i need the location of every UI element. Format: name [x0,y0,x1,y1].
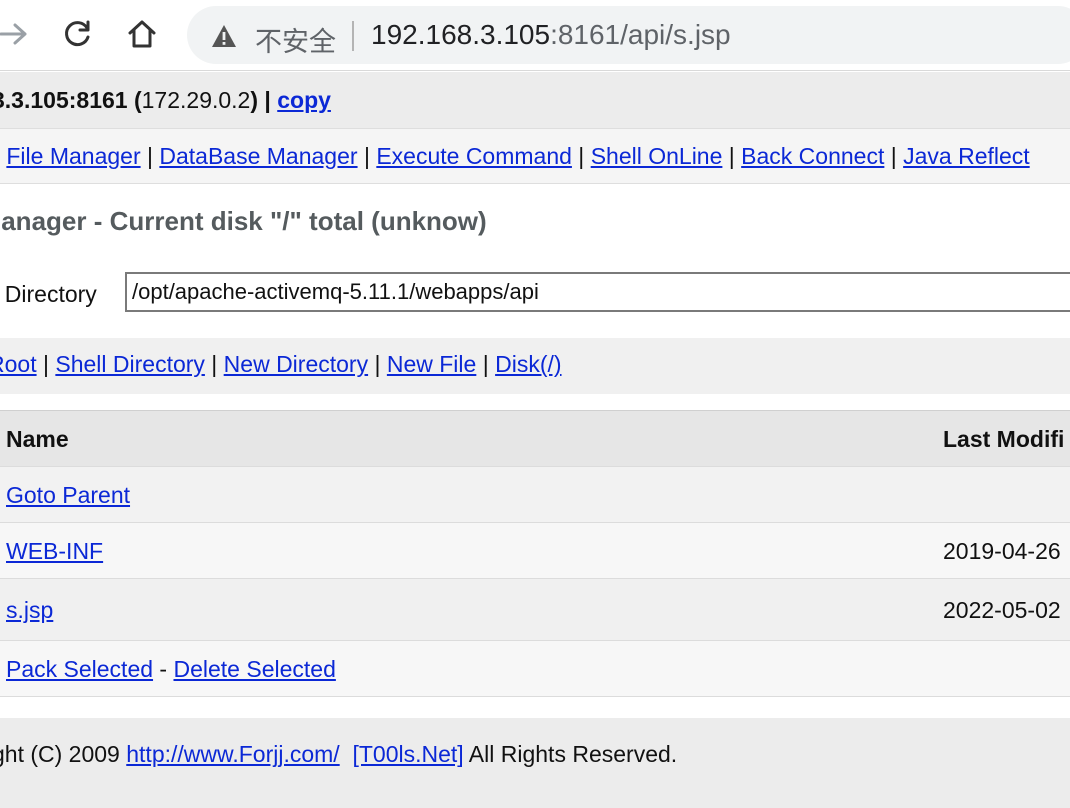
page-title: lanager - Current disk "/" total (unknow… [0,206,487,236]
forward-arrow-icon[interactable] [0,14,34,54]
t00ls-link[interactable]: [T00ls.Net] [352,741,463,767]
address-bar[interactable]: 不安全 192.168.3.105:8161/api/s.jsp [187,6,1070,64]
table-header-row: Name Last Modifi [0,410,1070,467]
action-shell-directory[interactable]: Shell Directory [55,351,205,377]
action-root[interactable]: Root [0,351,37,377]
insecure-label[interactable]: 不安全 [255,20,336,59]
file-link[interactable]: s.jsp [6,597,53,624]
menu-separator: | [884,143,904,169]
url-host: 192.168.3.105 [371,19,551,50]
action-disk[interactable]: Disk(/) [495,351,561,377]
menu-separator: | [722,143,742,169]
menu-separator: | [140,143,160,169]
table-row: s.jsp 2022-05-02 [0,579,1070,641]
main-menu: | File Manager | DataBase Manager | Exec… [0,129,1070,184]
warning-triangle-icon[interactable] [211,24,237,48]
pack-selected-link[interactable]: Pack Selected [6,656,153,682]
menu-separator: | [571,143,591,169]
action-separator: | [368,351,387,377]
menu-back-connect[interactable]: Back Connect [741,143,884,169]
ip-close: ) | [250,87,278,113]
delete-selected-link[interactable]: Delete Selected [173,656,335,682]
action-new-file[interactable]: New File [387,351,476,377]
current-directory-row: t Directory [0,270,1070,318]
menu-file-manager[interactable]: File Manager [6,143,140,169]
copyright-suffix: All Rights Reserved. [463,741,678,767]
table-row: WEB-INF 2019-04-26 [0,523,1070,579]
directory-actions: Root | Shell Directory | New Directory |… [0,338,1070,394]
bulk-actions: Pack Selected - Delete Selected [6,656,336,683]
ip-open: ( [127,87,142,113]
table-row: Goto Parent [0,467,1070,523]
omnibox-divider [352,21,354,51]
current-directory-label: t Directory [0,281,97,307]
copyright-prefix: ght (C) 2009 [0,741,127,767]
menu-shell-online[interactable]: Shell OnLine [591,143,723,169]
current-directory-input[interactable] [125,272,1070,312]
modified-date: 2019-04-26 [943,538,1061,564]
modified-date: 2022-05-02 [943,597,1061,623]
copyright-line: ght (C) 2009 http://www.Forjj.com/ [T00l… [0,741,677,768]
table-actions-row: Pack Selected - Delete Selected [0,641,1070,697]
menu-java-reflect[interactable]: Java Reflect [903,143,1030,169]
folder-link[interactable]: WEB-INF [6,538,103,565]
action-separator: | [476,351,496,377]
menu-separator: | [357,143,377,169]
forjj-link[interactable]: http://www.Forjj.com/ [126,741,339,767]
menu-execute-command[interactable]: Execute Command [376,143,572,169]
file-table: Name Last Modifi Goto Parent WEB-INF 201… [0,410,1070,697]
goto-parent-link[interactable]: Goto Parent [6,482,130,509]
copy-link[interactable]: copy [277,87,331,113]
home-icon[interactable] [122,14,162,54]
internal-ip: 172.29.0.2 [141,87,251,113]
action-separator: | [204,351,224,377]
column-header-name: Name [6,426,69,452]
column-header-modified: Last Modifi [943,426,1065,452]
action-new-directory[interactable]: New Directory [224,351,368,377]
host-address: 3.3.105:8161 [0,87,128,113]
footer: ght (C) 2009 http://www.Forjj.com/ [T00l… [0,718,1070,808]
action-separator: | [36,351,56,377]
host-info-bar: 3.3.105:8161 (172.29.0.2) | copy [0,72,1070,129]
menu-database-manager[interactable]: DataBase Manager [159,143,357,169]
reload-icon[interactable] [58,14,98,54]
url-path: :8161/api/s.jsp [550,19,731,50]
browser-toolbar: 不安全 192.168.3.105:8161/api/s.jsp [0,0,1070,71]
url-text[interactable]: 192.168.3.105:8161/api/s.jsp [371,19,731,51]
bulk-action-dash: - [153,656,174,682]
